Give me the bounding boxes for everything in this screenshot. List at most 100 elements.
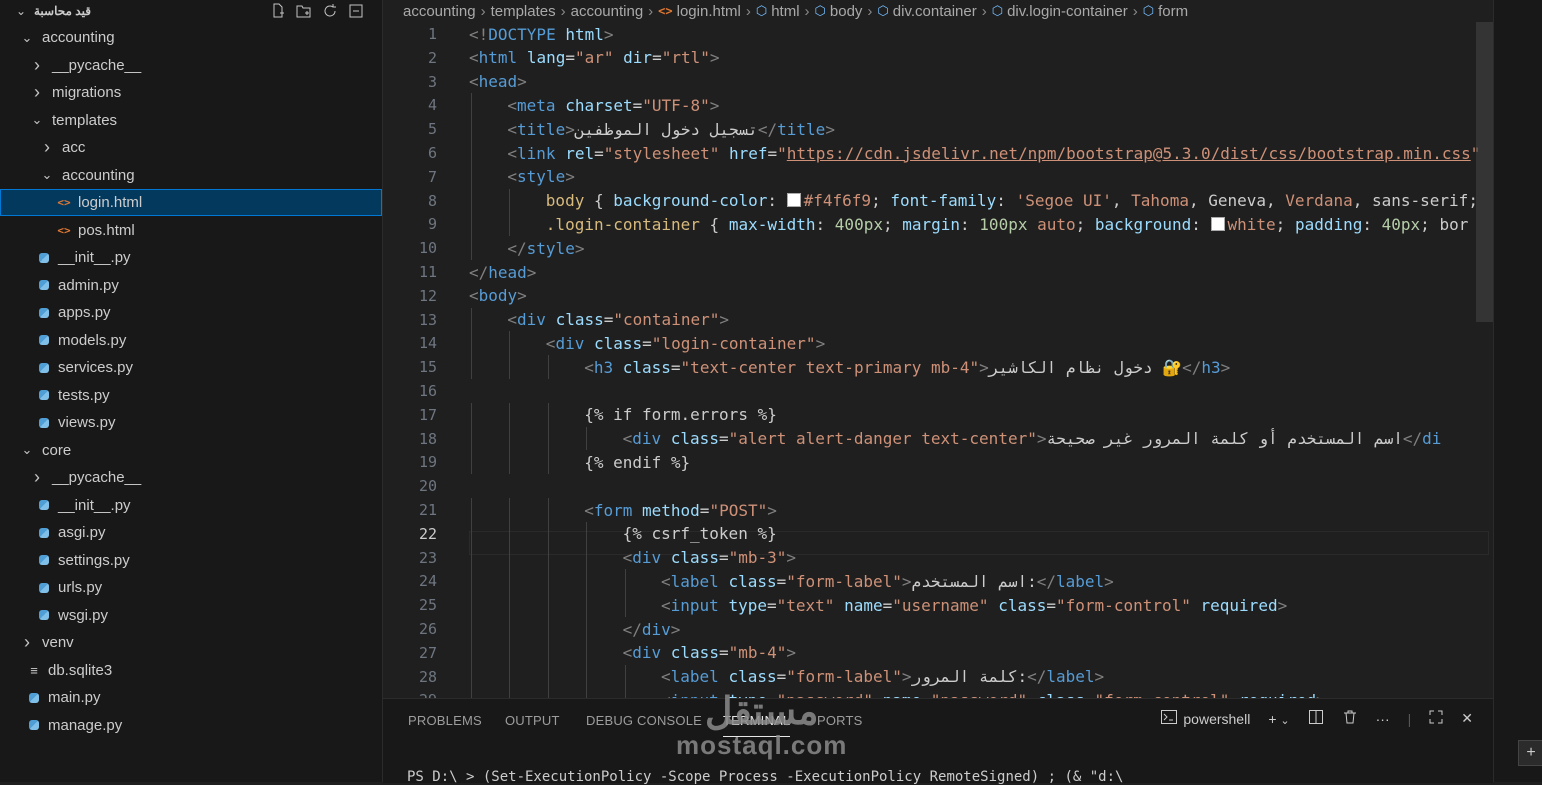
tree-item[interactable]: models.py — [0, 327, 382, 354]
tree-item[interactable]: apps.py — [0, 299, 382, 326]
code-token: < — [507, 95, 518, 115]
divider: | — [1407, 710, 1412, 727]
code-token: "rtl" — [661, 48, 710, 68]
code-token: dir — [623, 48, 653, 68]
code-text: <div class="mb-4"> — [623, 643, 796, 662]
new-file-icon[interactable] — [270, 3, 286, 19]
tree-item[interactable]: wsgi.py — [0, 602, 382, 629]
line-number: 11 — [418, 263, 437, 281]
tree-item[interactable]: <> login.html — [0, 189, 382, 216]
code-line[interactable]: 13 <div class="container"> — [383, 308, 1483, 332]
new-folder-icon[interactable] — [296, 3, 312, 19]
tree-item-label: asgi.py — [58, 524, 106, 541]
code-token: = — [603, 310, 614, 330]
chevron-down-icon[interactable]: ⌄ — [14, 4, 28, 18]
tree-item[interactable]: <> pos.html — [0, 217, 382, 244]
breadcrumb-item[interactable]: accounting — [571, 3, 644, 20]
code-line[interactable]: 6 <link rel="stylesheet" href="https://cd… — [383, 141, 1483, 165]
code-line[interactable]: 12 <body> — [383, 284, 1483, 308]
panel-tab-output[interactable]: OUTPUT — [505, 713, 560, 728]
tree-item[interactable]: ⌄ accounting — [0, 24, 382, 51]
breadcrumb-item[interactable]: div.container — [893, 3, 977, 20]
indent-guide — [586, 640, 588, 665]
tree-item[interactable]: ⌄ templates — [0, 107, 382, 134]
breadcrumb-item[interactable]: form — [1158, 3, 1188, 20]
tree-item[interactable]: › __pycache__ — [0, 464, 382, 491]
tree-item[interactable]: __init__.py — [0, 244, 382, 271]
tree-item[interactable]: settings.py — [0, 547, 382, 574]
breadcrumb-item[interactable]: div.login-container — [1007, 3, 1128, 20]
code-token: {% endif %} — [584, 452, 691, 472]
tree-item[interactable]: › __pycache__ — [0, 52, 382, 79]
code-token: head — [488, 262, 527, 282]
code-line[interactable]: 1 <!DOCTYPE html> — [383, 22, 1483, 46]
chevron-right-icon: › — [34, 54, 40, 75]
trash-icon[interactable] — [1342, 709, 1358, 728]
tree-item[interactable]: › acc — [0, 134, 382, 161]
tree-item[interactable]: services.py — [0, 354, 382, 381]
editor-scrollbar[interactable] — [1476, 22, 1493, 322]
code-line[interactable]: 8 body { background-color: #f4f6f9; font-… — [383, 189, 1483, 213]
panel-tab-problems[interactable]: PROBLEMS — [408, 713, 482, 728]
terminal-output[interactable]: PS D:\ > (Set-ExecutionPolicy -Scope Pro… — [407, 769, 1123, 785]
code-line[interactable]: 10 </style> — [383, 236, 1483, 260]
tree-item-label: login.html — [78, 194, 143, 211]
tree-item[interactable]: tests.py — [0, 382, 382, 409]
tree-item[interactable]: › venv — [0, 629, 382, 656]
split-terminal-icon[interactable] — [1308, 709, 1324, 728]
collapse-all-icon[interactable] — [348, 3, 364, 19]
add-icon[interactable]: + — [1518, 740, 1542, 766]
add-terminal-icon[interactable]: + ⌄ — [1268, 711, 1289, 727]
code-line[interactable]: 20 — [383, 474, 1483, 498]
code-token: > — [901, 667, 912, 687]
tree-item[interactable]: __init__.py — [0, 492, 382, 519]
watermark: مستقل mostaql.com — [676, 692, 847, 758]
breadcrumb-item[interactable]: login.html — [677, 3, 741, 20]
code-line[interactable]: 4 <meta charset="UTF-8"> — [383, 93, 1483, 117]
code-token: input — [670, 595, 719, 615]
code-token: href — [728, 143, 768, 163]
breadcrumb-item[interactable]: templates — [491, 3, 556, 20]
breadcrumb-item[interactable]: accounting — [403, 3, 476, 20]
tree-item-label: admin.py — [58, 276, 119, 294]
code-line[interactable]: 11 </head> — [383, 260, 1483, 284]
line-number: 18 — [418, 429, 437, 448]
code-line[interactable]: 5 <title>تسجيل دخول الموظفين</title> — [383, 117, 1483, 141]
code-line[interactable]: 14 <div class="login-container"> — [383, 331, 1483, 355]
tree-item[interactable]: › migrations — [0, 79, 382, 106]
line-number: 25 — [418, 596, 437, 615]
breadcrumb-item[interactable]: html — [771, 3, 799, 20]
tree-item[interactable]: ⌄ accounting — [0, 162, 382, 189]
code-token: " — [777, 143, 787, 163]
line-number: 6 — [427, 144, 437, 162]
color-swatch[interactable] — [786, 193, 801, 208]
tree-item[interactable]: admin.py — [0, 272, 382, 299]
code-line[interactable]: 7 <style> — [383, 165, 1483, 189]
tree-item[interactable]: ⌄ core — [0, 437, 382, 464]
code-token: name — [844, 595, 883, 615]
code-line[interactable]: 2 <html lang="ar" dir="rtl"> — [383, 46, 1483, 70]
code-editor[interactable]: 1 <!DOCTYPE html> 2 <html lang="ar" dir="rt… — [383, 22, 1493, 698]
chevron-down-icon[interactable]: ⌄ — [1280, 715, 1289, 727]
code-token: padding — [1294, 214, 1363, 234]
terminal-name[interactable]: powershell — [1183, 711, 1250, 727]
more-actions-icon[interactable]: ··· — [1376, 711, 1390, 727]
line-number: 8 — [427, 191, 437, 210]
color-swatch[interactable] — [1210, 216, 1225, 231]
refresh-icon[interactable] — [322, 3, 338, 19]
tree-item[interactable]: asgi.py — [0, 519, 382, 546]
chevron-right-icon: › — [24, 632, 30, 652]
code-line[interactable]: 16 — [383, 379, 1483, 403]
tree-item[interactable]: manage.py — [0, 712, 382, 739]
tree-item[interactable]: ≡ db.sqlite3 — [0, 657, 382, 684]
tree-item[interactable]: views.py — [0, 409, 382, 436]
chevron-right-icon: › — [34, 467, 40, 487]
code-line[interactable]: 3 <head> — [383, 70, 1483, 94]
breadcrumb-item[interactable]: body — [830, 3, 863, 20]
tree-item[interactable]: urls.py — [0, 574, 382, 601]
indent-guide — [547, 640, 549, 665]
close-panel-icon[interactable]: ✕ — [1461, 710, 1473, 727]
code-line[interactable]: 9 .login-container { max-width: 400px; ma… — [383, 212, 1483, 236]
tree-item[interactable]: main.py — [0, 684, 382, 711]
maximize-panel-icon[interactable] — [1429, 710, 1443, 727]
